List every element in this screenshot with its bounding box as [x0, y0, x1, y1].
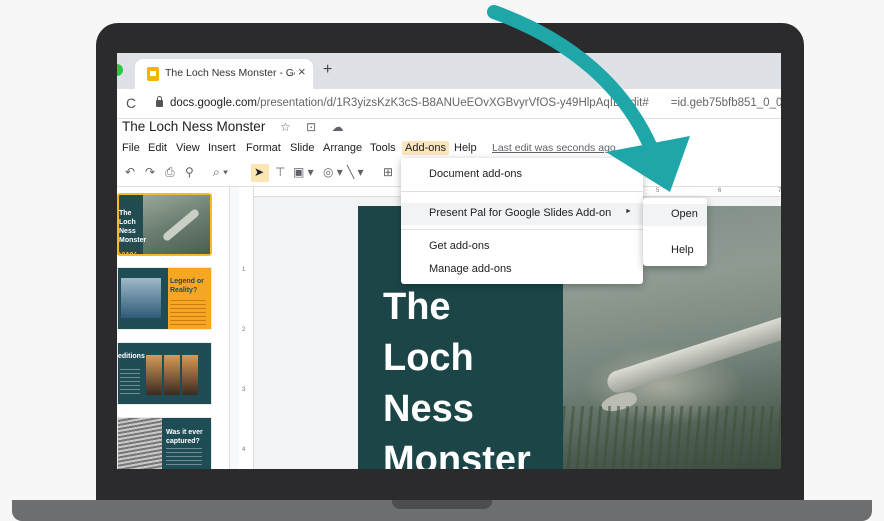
menu-separator — [401, 229, 643, 230]
url-path: /presentation/d/1R3yizsKzK3cS-B8ANUeEOvX… — [256, 97, 649, 109]
menu-view[interactable]: View — [173, 141, 203, 155]
thumbnail-title: Was it ever captured? — [166, 429, 203, 445]
filmstrip-divider[interactable] — [229, 187, 239, 469]
slide-thumbnail-4[interactable]: Was it ever captured? — [117, 417, 212, 469]
menu-slide[interactable]: Slide — [287, 141, 317, 155]
thumbnail-title: editions — [118, 353, 145, 360]
menu-addons[interactable]: Add-ons — [402, 141, 449, 155]
textbox-icon[interactable]: ⊤ — [275, 165, 285, 179]
print-icon[interactable]: ⎙ — [165, 165, 175, 180]
slide-thumbnail-2[interactable]: Legend or Reality? — [117, 267, 212, 330]
menu-item-get-addons[interactable]: Get add-ons — [429, 240, 490, 252]
browser-tabbar: The Loch Ness Monster - Goog × + — [117, 53, 781, 89]
thumbnail-title: Legend or Reality? — [170, 278, 204, 294]
thumbnail-photo — [146, 355, 162, 395]
slide-thumbnail-3[interactable]: editions — [117, 342, 212, 405]
thumbnail-title: The Loch Ness Monster — [119, 210, 147, 244]
thumbnail-photo — [182, 355, 198, 395]
thumbnail-text-lines — [170, 300, 206, 326]
menu-format[interactable]: Format — [243, 141, 284, 155]
laptop-notch — [392, 500, 492, 509]
last-edit-link[interactable]: Last edit was seconds ago — [492, 142, 616, 154]
url-tail: =id.geb75bfb851_0_0 — [670, 97, 781, 109]
zoom-icon[interactable]: ⌕ ▾ — [213, 165, 228, 180]
window-maximize-button[interactable] — [117, 64, 123, 76]
laptop-screen: The Loch Ness Monster - Goog × + C docs.… — [117, 53, 781, 469]
close-icon[interactable]: × — [298, 64, 306, 79]
redo-icon[interactable]: ↷ — [145, 165, 155, 179]
browser-tab[interactable]: The Loch Ness Monster - Goog × — [135, 59, 313, 89]
ruler-mark: 3 — [242, 387, 246, 393]
menu-insert[interactable]: Insert — [205, 141, 239, 155]
ruler-mark: 4 — [242, 447, 246, 453]
comment-icon[interactable]: ⊞ — [383, 165, 393, 179]
menu-arrange[interactable]: Arrange — [320, 141, 365, 155]
thumbnail-photo — [164, 355, 180, 395]
image-icon[interactable]: ▣ ▾ — [293, 165, 314, 179]
url-field[interactable]: docs.google.com/presentation/d/1R3yizsKz… — [170, 97, 781, 109]
thumbnail-text-lines — [120, 369, 140, 397]
menu-separator — [401, 191, 643, 192]
addons-dropdown: Document add-ons Present Pal for Google … — [401, 158, 643, 284]
menu-help[interactable]: Help — [451, 141, 480, 155]
tab-title: The Loch Ness Monster - Goog — [165, 67, 295, 79]
ruler-mark: 1 — [242, 267, 246, 273]
star-move-cloud-icons[interactable]: ☆ ⊡ ☁ — [280, 120, 349, 134]
reload-icon[interactable]: C — [126, 95, 136, 111]
menu-item-document-addons[interactable]: Document add-ons — [429, 168, 522, 180]
wave-icon: 〰〰 — [119, 249, 136, 256]
undo-icon[interactable]: ↶ — [125, 165, 135, 179]
menu-item-manage-addons[interactable]: Manage add-ons — [429, 263, 512, 275]
photo-weeds — [563, 406, 781, 469]
submenu-arrow-icon: ► — [625, 208, 632, 215]
cursor-icon[interactable]: ➤ — [254, 165, 264, 179]
lock-icon[interactable] — [156, 96, 163, 107]
slide-thumbnail-1[interactable]: The Loch Ness Monster 〰〰 — [117, 193, 212, 256]
menu-item-present-pal[interactable]: Present Pal for Google Slides Add-on — [429, 207, 611, 219]
new-tab-button[interactable]: + — [323, 61, 332, 79]
submenu-open[interactable]: Open — [671, 208, 698, 220]
vertical-ruler: 1 2 3 4 — [239, 187, 254, 469]
stage: The Loch Ness Monster - Goog × + C docs.… — [0, 0, 884, 521]
thumbnail-text-lines — [166, 448, 202, 468]
ruler-mark: 5 — [656, 188, 660, 194]
slide-filmstrip: The Loch Ness Monster 〰〰 Legend or Reali… — [117, 187, 229, 469]
document-title[interactable]: The Loch Ness Monster — [122, 119, 265, 134]
thumbnail-photo — [121, 278, 161, 318]
menu-tools[interactable]: Tools — [367, 141, 399, 155]
menubar: File Edit View Insert Format Slide Arran… — [117, 139, 781, 159]
paint-format-icon[interactable]: ⚲ — [185, 165, 194, 179]
url-domain: docs.google.com — [170, 97, 257, 109]
shape-icon[interactable]: ◎ ▾ — [323, 165, 343, 179]
menu-edit[interactable]: Edit — [145, 141, 170, 155]
address-bar: C docs.google.com/presentation/d/1R3yizs… — [117, 89, 781, 119]
submenu-help[interactable]: Help — [671, 244, 694, 256]
ruler-mark: 6 — [718, 188, 722, 194]
slides-icon — [147, 67, 159, 81]
thumbnail-photo — [118, 418, 162, 469]
line-icon[interactable]: ╲ ▾ — [347, 165, 364, 179]
ruler-mark: 2 — [242, 327, 246, 333]
present-pal-submenu: Open Help — [643, 198, 707, 266]
menu-file[interactable]: File — [119, 141, 143, 155]
ruler-mark: 7 — [778, 188, 781, 194]
slide-title[interactable]: The Loch Ness Monster — [383, 282, 531, 469]
